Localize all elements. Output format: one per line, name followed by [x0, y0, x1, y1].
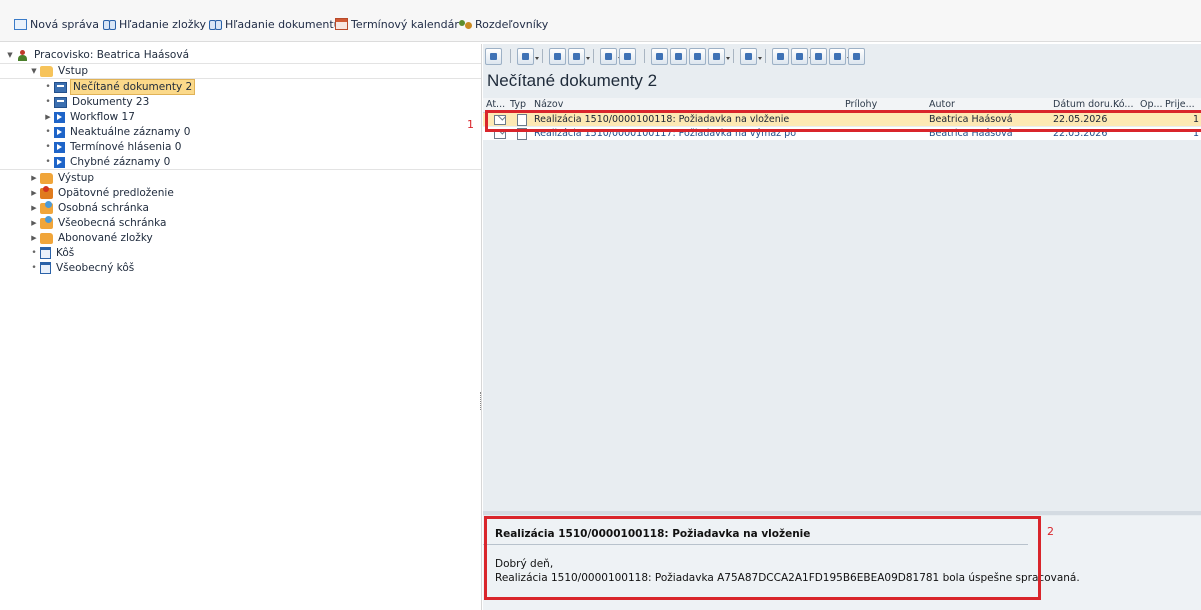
- distribution-icon: [459, 18, 472, 30]
- sort-icon[interactable]: [810, 47, 827, 65]
- col-attachments[interactable]: Prílohy: [845, 99, 877, 110]
- list-body: Realizácia 1510/0000100118: Požiadavka n…: [483, 113, 1201, 553]
- preview-splitter[interactable]: [483, 511, 1201, 515]
- layout-icon[interactable]: [791, 47, 813, 65]
- binoculars-icon: [103, 18, 116, 30]
- folder-open-icon: [40, 65, 53, 77]
- find-folder-button[interactable]: Hľadanie zložky: [103, 17, 206, 31]
- expand-arrow-icon[interactable]: ▼: [6, 48, 14, 62]
- annotation-box-1: [485, 110, 1201, 132]
- reply-icon[interactable]: [651, 47, 668, 65]
- resubmission-icon: [40, 185, 53, 199]
- workflow-icon: [54, 126, 65, 138]
- new-message-button[interactable]: Nová správa: [14, 17, 99, 31]
- private-folder-icon: [40, 200, 53, 214]
- pen-icon: [14, 18, 27, 30]
- workflow-icon: [54, 141, 65, 153]
- edit-icon[interactable]: [568, 47, 590, 65]
- annotation-box-2: [484, 516, 1041, 600]
- trash-icon: [40, 262, 51, 274]
- print-icon[interactable]: [740, 47, 762, 65]
- tree-item-deadline[interactable]: • Termínové hlásenia 0: [44, 140, 183, 154]
- details-icon[interactable]: [772, 47, 789, 65]
- workflow-icon: [54, 156, 65, 168]
- forward-icon[interactable]: [600, 47, 622, 65]
- find-document-button[interactable]: Hľadanie dokumentu: [209, 17, 341, 31]
- trash-icon: [40, 247, 51, 259]
- delete-icon[interactable]: [619, 47, 636, 65]
- tree-resubmission[interactable]: ▶ Opätovné predloženie: [30, 185, 176, 200]
- col-attributes[interactable]: At...: [486, 99, 505, 110]
- tree-item-unread[interactable]: • Nečítané dokumenty 2: [44, 79, 196, 95]
- expand-arrow-icon[interactable]: ▶: [30, 171, 38, 185]
- col-received-date[interactable]: Dátum doru...: [1053, 99, 1119, 110]
- tree-item-workflow[interactable]: ▶ Workflow 17: [44, 110, 137, 124]
- tree-item-documents[interactable]: • Dokumenty 23: [44, 95, 151, 109]
- list-title: Nečítané dokumenty 2: [487, 71, 658, 90]
- expand-arrow-icon[interactable]: ▶: [44, 110, 52, 124]
- tree-root[interactable]: ▼ Pracovisko: Beatrica Haásová: [6, 48, 191, 62]
- expand-arrow-icon[interactable]: ▶: [30, 186, 38, 200]
- tree-private-folder[interactable]: ▶ Osobná schránka: [30, 200, 151, 215]
- main-toolbar: Nová správa Hľadanie zložky Hľadanie dok…: [0, 0, 1201, 42]
- distribution-lists-button[interactable]: Rozdeľovníky: [459, 17, 548, 31]
- folder-icon: [40, 172, 53, 184]
- calendar-button[interactable]: Termínový kalendár: [335, 17, 459, 31]
- attachment-icon[interactable]: [689, 47, 706, 65]
- expand-arrow-icon[interactable]: ▼: [30, 64, 38, 78]
- list-toolbar: [483, 44, 1201, 68]
- tree-outbox[interactable]: ▶ Výstup: [30, 171, 96, 185]
- workflow-icon: [54, 111, 65, 123]
- binoculars-icon: [209, 18, 222, 30]
- document-icon: [54, 96, 67, 108]
- col-type[interactable]: Typ: [510, 99, 526, 110]
- calendar-icon: [335, 18, 348, 30]
- annotation-marker-1: 1: [467, 118, 474, 131]
- expand-arrow-icon[interactable]: ▶: [30, 216, 38, 230]
- display-icon[interactable]: [549, 47, 566, 65]
- pencil-icon[interactable]: [670, 47, 687, 65]
- col-op[interactable]: Op...: [1140, 99, 1163, 110]
- tree-inbox[interactable]: ▼ Vstup: [30, 64, 90, 78]
- refresh-icon[interactable]: [485, 47, 502, 65]
- annotation-marker-2: 2: [1047, 525, 1054, 538]
- tree-shared-folder[interactable]: ▶ Všeobecná schránka: [30, 215, 169, 230]
- expand-arrow-icon[interactable]: ▶: [30, 201, 38, 215]
- col-recipients[interactable]: Prije...: [1165, 99, 1195, 110]
- search-icon[interactable]: [848, 47, 865, 65]
- expand-arrow-icon[interactable]: ▶: [30, 231, 38, 245]
- folder-tree: ▼ Pracovisko: Beatrica Haásová ▼ Vstup •…: [0, 44, 482, 610]
- folder-move-icon[interactable]: [708, 47, 730, 65]
- subscribed-folder-icon: [40, 232, 53, 244]
- filter-icon[interactable]: [829, 47, 851, 65]
- col-title[interactable]: Názov: [534, 99, 563, 110]
- workplace-icon: [16, 49, 29, 61]
- document-icon: [54, 81, 67, 93]
- tree-subscribed-folders[interactable]: ▶ Abonované zložky: [30, 231, 155, 245]
- tree-item-outdated[interactable]: • Neaktuálne záznamy 0: [44, 125, 192, 139]
- col-code[interactable]: Kó...: [1113, 99, 1133, 110]
- col-author[interactable]: Autor: [929, 99, 955, 110]
- tree-item-errors[interactable]: • Chybné záznamy 0: [44, 155, 172, 169]
- shared-folder-icon: [40, 215, 53, 229]
- new-document-icon[interactable]: [517, 47, 539, 65]
- tree-trash[interactable]: • Kôš: [30, 246, 76, 260]
- tree-shared-trash[interactable]: • Všeobecný kôš: [30, 261, 136, 275]
